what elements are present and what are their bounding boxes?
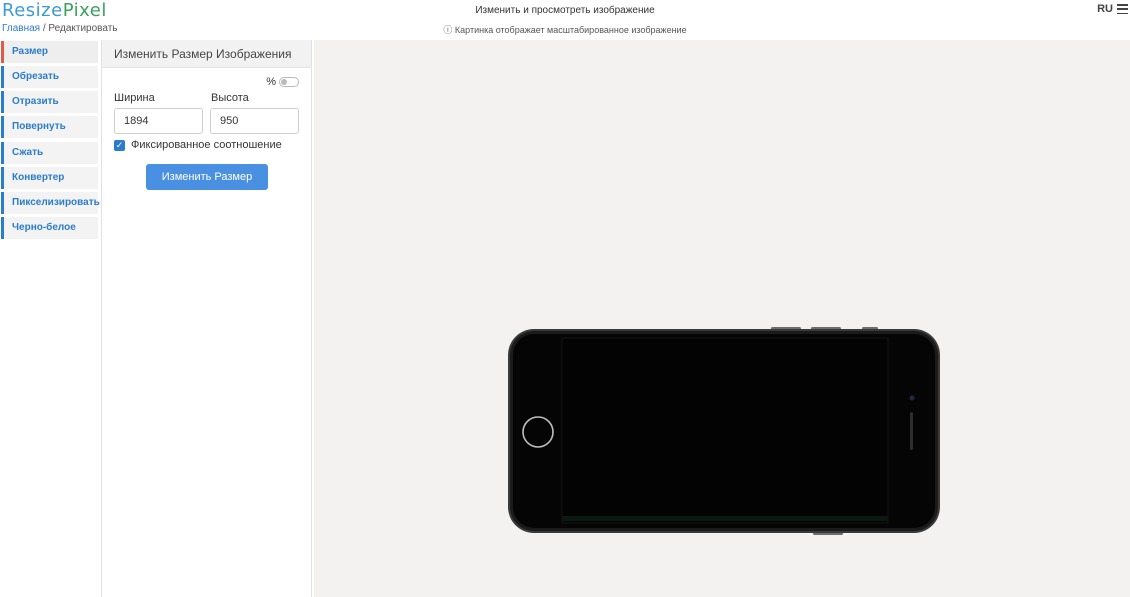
height-input[interactable]: [210, 108, 299, 134]
tools-sidebar: Размер Обрезать Отразить Повернуть Сжать…: [0, 40, 100, 597]
keep-ratio-row[interactable]: ✓ Фиксированное соотношение: [114, 139, 282, 151]
keep-ratio-checkbox[interactable]: ✓: [114, 139, 125, 151]
sidebar-item-rotate[interactable]: Повернуть: [1, 116, 98, 138]
resize-button[interactable]: Изменить Размер: [146, 164, 268, 190]
panel-title: Изменить Размер Изображения: [102, 40, 311, 68]
sidebar-item-flip[interactable]: Отразить: [1, 91, 98, 113]
page-title: Изменить и просмотреть изображение: [475, 5, 655, 16]
sidebar-item-compress[interactable]: Сжать: [1, 142, 98, 164]
preview-image: [508, 327, 940, 535]
top-bar: ResizePixel Главная / Редактировать Изме…: [0, 0, 1130, 40]
sidebar-item-grayscale[interactable]: Черно-белое: [1, 217, 98, 239]
width-input[interactable]: [114, 108, 203, 134]
keep-ratio-label[interactable]: Фиксированное соотношение: [131, 139, 282, 151]
sidebar-item-convert[interactable]: Конвертер: [1, 167, 98, 189]
language-label[interactable]: RU: [1097, 3, 1113, 15]
width-label: Ширина: [114, 92, 155, 104]
image-preview-area: [314, 40, 1130, 597]
sidebar-item-pixelate[interactable]: Пикселизировать: [1, 192, 100, 214]
hamburger-icon[interactable]: [1117, 4, 1128, 14]
percent-label: %: [266, 76, 276, 88]
resize-panel: Изменить Размер Изображения % Ширина Выс…: [101, 40, 312, 597]
sidebar-item-crop[interactable]: Обрезать: [1, 66, 98, 88]
sidebar-item-resize[interactable]: Размер: [1, 41, 98, 63]
scaled-image-note: ⓘ Картинка отображает масштабированное и…: [443, 25, 687, 35]
language-menu[interactable]: RU: [1097, 3, 1128, 15]
height-label: Высота: [211, 92, 249, 104]
percent-toggle-row: %: [266, 76, 299, 88]
percent-toggle[interactable]: [279, 77, 299, 87]
